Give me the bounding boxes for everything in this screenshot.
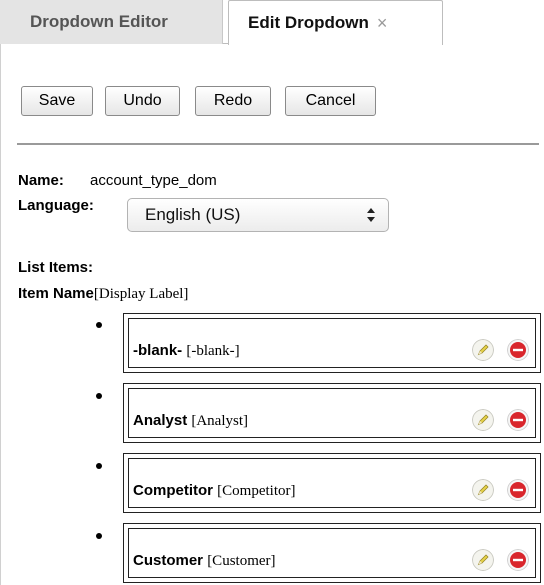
undo-button[interactable]: Undo bbox=[105, 86, 180, 116]
close-icon[interactable]: × bbox=[377, 13, 388, 34]
list-item-text: Competitor [Competitor] bbox=[133, 482, 296, 500]
item-name-header: Item Name bbox=[18, 285, 94, 302]
redo-button[interactable]: Redo bbox=[195, 86, 271, 116]
list-item-inner: -blank- [-blank-] bbox=[128, 318, 536, 368]
item-display-label: [Customer] bbox=[207, 553, 276, 569]
item-name: -blank- bbox=[133, 342, 183, 359]
bullet bbox=[96, 322, 102, 328]
item-name: Analyst bbox=[133, 412, 188, 429]
list-item-text: -blank- [-blank-] bbox=[133, 342, 240, 360]
bullet bbox=[96, 533, 102, 539]
tab-edit-dropdown[interactable]: Edit Dropdown × bbox=[228, 0, 443, 45]
display-label-header: [Display Label] bbox=[93, 286, 189, 302]
minus-circle-icon[interactable] bbox=[507, 339, 529, 361]
bullet bbox=[96, 463, 102, 469]
list-item-text: Analyst [Analyst] bbox=[133, 412, 248, 430]
item-display-label: [Competitor] bbox=[217, 483, 296, 499]
item-display-label: [-blank-] bbox=[186, 343, 240, 359]
pencil-icon[interactable] bbox=[472, 409, 494, 431]
save-button[interactable]: Save bbox=[21, 86, 93, 116]
name-label: Name: bbox=[18, 172, 64, 189]
minus-circle-icon[interactable] bbox=[507, 409, 529, 431]
list-items-label: List Items: bbox=[18, 259, 94, 276]
list-item-text: Customer [Customer] bbox=[133, 552, 276, 570]
minus-circle-icon[interactable] bbox=[507, 479, 529, 501]
minus-circle-icon[interactable] bbox=[507, 549, 529, 571]
list-item-inner: Competitor [Competitor] bbox=[128, 458, 536, 508]
list-item[interactable]: -blank- [-blank-] bbox=[123, 313, 541, 373]
bullet bbox=[96, 393, 102, 399]
name-value: account_type_dom bbox=[90, 172, 217, 189]
list-item[interactable]: Analyst [Analyst] bbox=[123, 383, 541, 443]
list-item[interactable]: Competitor [Competitor] bbox=[123, 453, 541, 513]
list-item[interactable]: Customer [Customer] bbox=[123, 523, 541, 583]
tab-dropdown-editor-label: Dropdown Editor bbox=[30, 12, 168, 31]
tab-dropdown-editor[interactable]: Dropdown Editor bbox=[0, 0, 223, 44]
item-name: Competitor bbox=[133, 482, 213, 499]
tab-bar: Dropdown Editor Edit Dropdown × bbox=[0, 0, 544, 45]
list-item-inner: Analyst [Analyst] bbox=[128, 388, 536, 438]
list-item-inner: Customer [Customer] bbox=[128, 528, 536, 578]
select-arrows-icon bbox=[367, 208, 375, 222]
language-select-value: English (US) bbox=[145, 205, 241, 224]
language-label: Language: bbox=[18, 197, 94, 214]
item-display-label: [Analyst] bbox=[191, 413, 249, 429]
divider bbox=[17, 143, 539, 145]
language-select[interactable]: English (US) bbox=[127, 198, 389, 232]
cancel-button[interactable]: Cancel bbox=[285, 86, 376, 116]
item-name: Customer bbox=[133, 552, 204, 569]
pencil-icon[interactable] bbox=[472, 339, 494, 361]
tab-bar-spacer bbox=[443, 0, 544, 44]
pencil-icon[interactable] bbox=[472, 549, 494, 571]
tab-edit-dropdown-label: Edit Dropdown bbox=[248, 13, 369, 32]
left-border bbox=[0, 44, 1, 585]
pencil-icon[interactable] bbox=[472, 479, 494, 501]
list-header: Item Name[Display Label] bbox=[18, 285, 188, 303]
